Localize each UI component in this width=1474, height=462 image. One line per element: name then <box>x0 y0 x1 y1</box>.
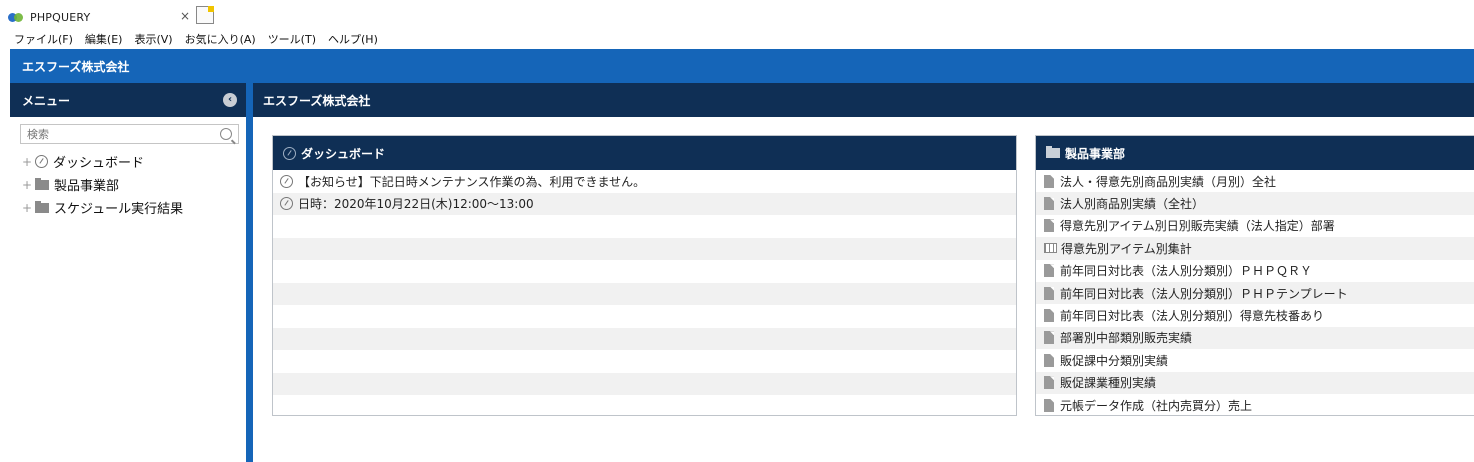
report-item[interactable]: 販促課業種別実績 <box>1036 371 1474 394</box>
sidebar-item-schedule-results[interactable]: + スケジュール実行結果 <box>10 196 246 219</box>
document-icon <box>1044 219 1054 233</box>
dashboard-panel-header: ダッシュボード <box>273 136 1016 170</box>
products-list: 法人・得意先別商品別実績（月別）全社 法人別商品別実績（全社） 得意先別アイテム… <box>1036 170 1474 416</box>
menu-view[interactable]: 表示(V) <box>134 31 172 47</box>
document-icon <box>1044 264 1054 278</box>
report-item[interactable]: 部署別中部類別販売実績 <box>1036 326 1474 350</box>
menu-favorites[interactable]: お気に入り(A) <box>185 31 256 47</box>
menu-tree: + ダッシュボード + 製品事業部 + スケジュール実行結果 <box>10 150 246 219</box>
document-icon <box>1044 331 1054 345</box>
document-icon <box>1044 174 1054 188</box>
app-header: エスフーズ株式会社 <box>10 49 1474 83</box>
document-icon <box>1044 309 1054 323</box>
report-item[interactable]: 販促課中分類別実績 <box>1036 349 1474 371</box>
sidebar-header: メニュー ‹ <box>10 83 246 117</box>
report-item[interactable]: 法人別商品別実績（全社） <box>1036 192 1474 215</box>
empty-row <box>273 215 1016 238</box>
document-icon <box>1044 398 1054 412</box>
document-icon <box>1044 353 1054 367</box>
page-title: エスフーズ株式会社 <box>263 93 371 108</box>
report-label: 販促課業種別実績 <box>1060 376 1157 391</box>
report-item[interactable]: 得意先別アイテム別日別販売実績（法人指定）部署 <box>1036 215 1474 237</box>
empty-row <box>273 282 1016 305</box>
report-label: 得意先別アイテム別集計 <box>1061 241 1192 256</box>
report-label: 得意先別アイテム別日別販売実績（法人指定）部署 <box>1060 219 1335 234</box>
report-label: 販促課中分類別実績 <box>1060 353 1169 368</box>
empty-row <box>273 260 1016 283</box>
new-tab-icon[interactable] <box>196 6 214 24</box>
report-item[interactable]: 前年同日対比表（法人別分類別）ＰＨＰテンプレート <box>1036 281 1474 305</box>
collapse-sidebar-icon[interactable]: ‹ <box>223 93 237 107</box>
document-icon <box>1044 376 1054 390</box>
folder-icon <box>35 177 49 190</box>
empty-row <box>273 327 1016 350</box>
products-title: 製品事業部 <box>1065 146 1126 161</box>
empty-row <box>273 305 1016 328</box>
menu-help[interactable]: ヘルプ(H) <box>328 31 378 47</box>
report-item[interactable]: 前年同日対比表（法人別分類別）得意先枝番あり <box>1036 304 1474 326</box>
sidebar-item-products[interactable]: + 製品事業部 <box>10 173 246 196</box>
tab-title: PHPQUERY <box>30 10 91 24</box>
empty-row <box>273 395 1016 418</box>
empty-row <box>273 237 1016 260</box>
expand-icon[interactable]: + <box>22 201 32 215</box>
gauge-icon <box>283 146 296 160</box>
products-panel-header: 製品事業部 <box>1036 136 1474 170</box>
report-label: 前年同日対比表（法人別分類別）ＰＨＰテンプレート <box>1060 286 1348 301</box>
empty-row <box>273 372 1016 395</box>
expand-icon[interactable]: + <box>22 155 32 169</box>
dashboard-title: ダッシュボード <box>301 146 386 161</box>
list-item[interactable]: 【お知らせ】下記日時メンテナンス作業の為、利用できません。 <box>273 170 1016 193</box>
menu-edit[interactable]: 編集(E) <box>85 31 123 47</box>
table-icon <box>1044 243 1057 254</box>
sidebar-item-label: ダッシュボード <box>53 156 145 171</box>
browser-tab-strip: PHPQUERY × <box>0 0 1474 30</box>
report-label: 部署別中部類別販売実績 <box>1060 331 1193 346</box>
search-box <box>20 124 239 144</box>
main-header: エスフーズ株式会社 <box>253 83 1474 117</box>
search-icon[interactable] <box>220 128 232 140</box>
report-label: 前年同日対比表（法人別分類別）ＰＨＰＱＲＹ <box>1060 264 1313 279</box>
sidebar-item-label: 製品事業部 <box>54 179 120 194</box>
report-label: 前年同日対比表（法人別分類別）得意先枝番あり <box>1060 309 1325 324</box>
report-item[interactable]: 前年同日対比表（法人別分類別）ＰＨＰＱＲＹ <box>1036 260 1474 282</box>
menu-tools[interactable]: ツール(T) <box>268 31 316 47</box>
report-label: 法人別商品別実績（全社） <box>1060 197 1205 212</box>
menubar: ファイル(F) 編集(E) 表示(V) お気に入り(A) ツール(T) ヘルプ(… <box>0 30 1474 48</box>
document-icon <box>1044 286 1054 300</box>
sidebar-item-label: スケジュール実行結果 <box>54 202 184 217</box>
list-item[interactable]: 日時：2020年10月22日(木)12:00～13:00 <box>273 192 1016 215</box>
browser-tab[interactable]: PHPQUERY <box>8 6 90 28</box>
sidebar-title: メニュー <box>22 93 71 108</box>
document-icon <box>1044 197 1054 211</box>
gauge-icon <box>35 155 48 168</box>
notice-text: 【お知らせ】下記日時メンテナンス作業の為、利用できません。 <box>298 174 646 189</box>
menu-file[interactable]: ファイル(F) <box>14 31 73 47</box>
folder-icon <box>35 200 49 213</box>
dashboard-rows: 【お知らせ】下記日時メンテナンス作業の為、利用できません。 日時：2020年10… <box>273 170 1016 418</box>
tab-close-icon[interactable]: × <box>180 9 190 23</box>
expand-icon[interactable]: + <box>22 178 32 192</box>
report-item[interactable]: 得意先別アイテム別集計 <box>1036 237 1474 260</box>
gauge-icon <box>280 174 293 188</box>
company-name: エスフーズ株式会社 <box>22 59 130 74</box>
sidebar: メニュー ‹ + ダッシュボード + 製品事業部 + スケジュール実行結果 <box>10 83 253 462</box>
gauge-icon <box>280 197 293 211</box>
products-panel: 製品事業部 法人・得意先別商品別実績（月別）全社 法人別商品別実績（全社） 得意… <box>1035 135 1474 416</box>
report-label: 法人・得意先別商品別実績（月別）全社 <box>1060 174 1277 189</box>
notice-text: 日時：2020年10月22日(木)12:00～13:00 <box>298 197 534 212</box>
folder-icon <box>1046 146 1060 158</box>
report-item[interactable]: 元帳データ作成（社内売買分）売上 <box>1036 394 1474 416</box>
report-label: 元帳データ作成（社内売買分）売上 <box>1060 398 1253 413</box>
sidebar-item-dashboard[interactable]: + ダッシュボード <box>10 150 246 173</box>
report-item[interactable]: 法人・得意先別商品別実績（月別）全社 <box>1036 170 1474 192</box>
app-logo-icon <box>8 12 24 22</box>
dashboard-panel: ダッシュボード 【お知らせ】下記日時メンテナンス作業の為、利用できません。 日時… <box>272 135 1017 416</box>
empty-row <box>273 350 1016 373</box>
search-input[interactable] <box>27 127 220 141</box>
